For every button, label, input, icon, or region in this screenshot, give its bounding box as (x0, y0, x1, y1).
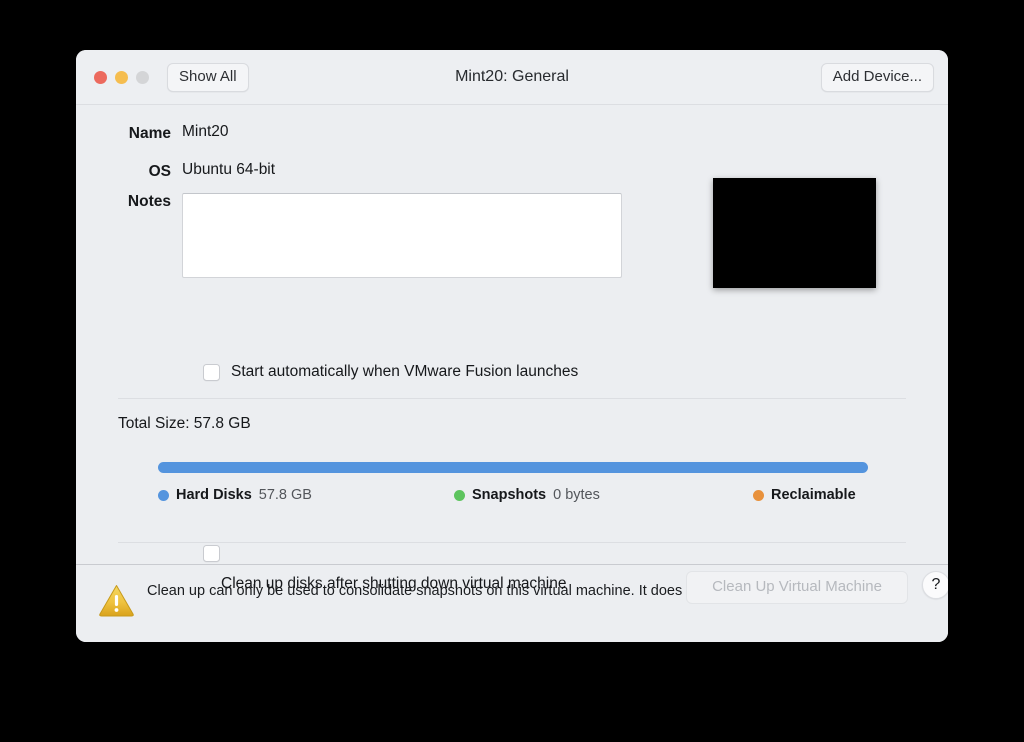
notes-label: Notes (127, 193, 171, 210)
name-label: Name (128, 125, 171, 142)
cleanup-disks-label: Clean up disks after shutting down virtu… (221, 575, 567, 592)
total-size-label: Total Size: 57.8 GB (118, 415, 251, 432)
start-automatically-row: Start automatically when VMware Fusion l… (203, 363, 578, 381)
legend-value: 0 bytes (553, 487, 600, 503)
legend-label: Hard Disks (176, 487, 252, 503)
cleanup-disks-checkbox[interactable] (203, 545, 220, 562)
legend-color-dot-snapshots (454, 489, 465, 501)
storage-usage-bar (158, 462, 868, 473)
name-value[interactable]: Mint20 (182, 123, 229, 141)
name-row: Name Mint20 (76, 123, 948, 143)
start-automatically-checkbox[interactable] (203, 363, 220, 381)
help-button[interactable]: ? (922, 571, 948, 599)
vm-settings-window: Show All Mint20: General Add Device... N… (76, 50, 948, 642)
divider-top (118, 398, 906, 399)
legend-item: Snapshots 0 bytes (454, 487, 600, 503)
zoom-window-icon (136, 70, 149, 84)
window-titlebar: Show All Mint20: General Add Device... (76, 50, 948, 105)
legend-label: Reclaimable (771, 487, 856, 503)
legend-item: Hard Disks 57.8 GB (158, 487, 312, 503)
minimize-window-icon[interactable] (115, 70, 128, 84)
legend-label: Snapshots (472, 487, 547, 503)
notes-input[interactable] (182, 193, 622, 278)
vm-preview-thumbnail[interactable] (713, 178, 876, 288)
storage-legend: Hard Disks 57.8 GB Snapshots 0 bytes Rec… (158, 487, 868, 507)
divider-bottom (118, 542, 906, 543)
legend-color-dot-hard-disks (158, 489, 169, 501)
os-label: OS (148, 163, 171, 180)
legend-value: 57.8 GB (258, 487, 312, 503)
clean-up-virtual-machine-button[interactable]: Clean Up Virtual Machine (686, 571, 908, 604)
show-all-button[interactable]: Show All (167, 62, 249, 92)
close-window-icon[interactable] (94, 70, 107, 84)
legend-item: Reclaimable (753, 487, 863, 503)
traffic-lights (94, 70, 149, 84)
legend-color-dot-reclaimable (753, 489, 764, 501)
screen: Show All Mint20: General Add Device... N… (0, 0, 1024, 742)
os-value: Ubuntu 64-bit (182, 161, 276, 178)
start-automatically-label: Start automatically when VMware Fusion l… (231, 363, 579, 380)
storage-bar-segment (158, 462, 868, 473)
warning-triangle-icon (98, 583, 135, 617)
add-device-button[interactable]: Add Device... (820, 62, 934, 92)
general-settings-pane: Name Mint20 OS Ubuntu 64-bit Notes Start… (76, 105, 948, 604)
